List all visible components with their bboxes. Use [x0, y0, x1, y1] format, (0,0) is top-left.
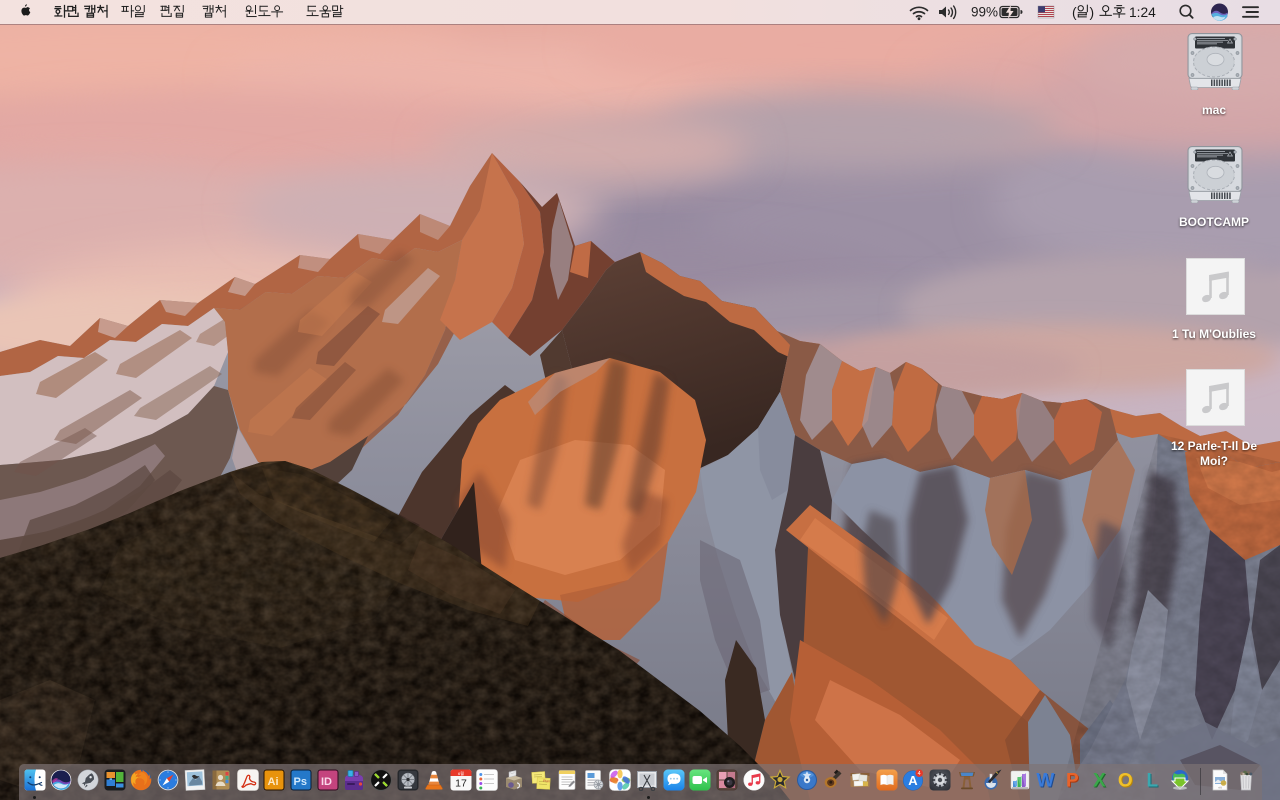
svg-text:X: X — [1093, 771, 1106, 792]
svg-text:99%: 99% — [971, 5, 998, 20]
svg-text:O: O — [1118, 771, 1133, 792]
svg-text:Plan: Plan — [543, 779, 550, 783]
svg-text:Ai: Ai — [268, 776, 279, 788]
svg-text:P: P — [1066, 771, 1079, 792]
svg-text:(: ( — [1072, 5, 1077, 20]
svg-text:Ps: Ps — [294, 776, 307, 788]
svg-text:): ) — [1090, 5, 1095, 20]
svg-text:L: L — [1146, 771, 1158, 792]
svg-text:rtfd: rtfd — [1218, 786, 1222, 790]
svg-text:4: 4 — [918, 771, 921, 777]
svg-text:6월: 6월 — [458, 770, 464, 776]
svg-text:ID: ID — [321, 776, 332, 788]
svg-text:W: W — [1037, 771, 1055, 792]
svg-text:17: 17 — [455, 778, 467, 790]
svg-text:1:24: 1:24 — [1129, 5, 1156, 20]
